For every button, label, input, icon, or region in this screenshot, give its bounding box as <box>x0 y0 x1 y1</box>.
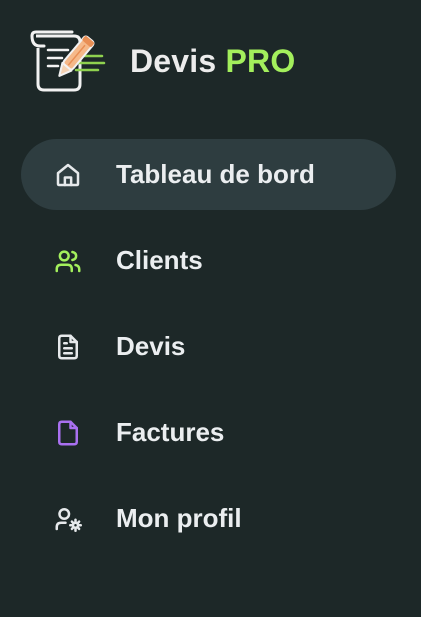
sidebar: Devis PRO Tableau de bord Clients Devis … <box>0 0 421 617</box>
nav-item-mon-profil[interactable]: Mon profil <box>21 483 396 554</box>
nav-item-label: Devis <box>116 331 186 361</box>
user-cog-icon <box>53 504 83 534</box>
main-nav: Tableau de bord Clients Devis Factures M… <box>21 139 396 569</box>
nav-item-label: Tableau de bord <box>116 159 315 189</box>
users-icon <box>53 246 83 276</box>
nav-item-factures[interactable]: Factures <box>21 397 396 468</box>
nav-item-devis[interactable]: Devis <box>21 311 396 382</box>
brand-suffix: PRO <box>225 42 296 79</box>
nav-item-label: Mon profil <box>116 503 242 533</box>
nav-item-label: Factures <box>116 417 225 447</box>
brand-title: Devis PRO <box>130 43 295 80</box>
brand[interactable]: Devis PRO <box>28 26 295 96</box>
quill-document-icon <box>30 30 106 92</box>
file-text-icon <box>53 332 83 362</box>
nav-item-clients[interactable]: Clients <box>21 225 396 296</box>
brand-name: Devis <box>130 42 217 79</box>
nav-item-tableau-de-bord[interactable]: Tableau de bord <box>21 139 396 210</box>
home-icon <box>53 160 83 190</box>
nav-item-label: Clients <box>116 245 203 275</box>
file-icon <box>53 418 83 448</box>
